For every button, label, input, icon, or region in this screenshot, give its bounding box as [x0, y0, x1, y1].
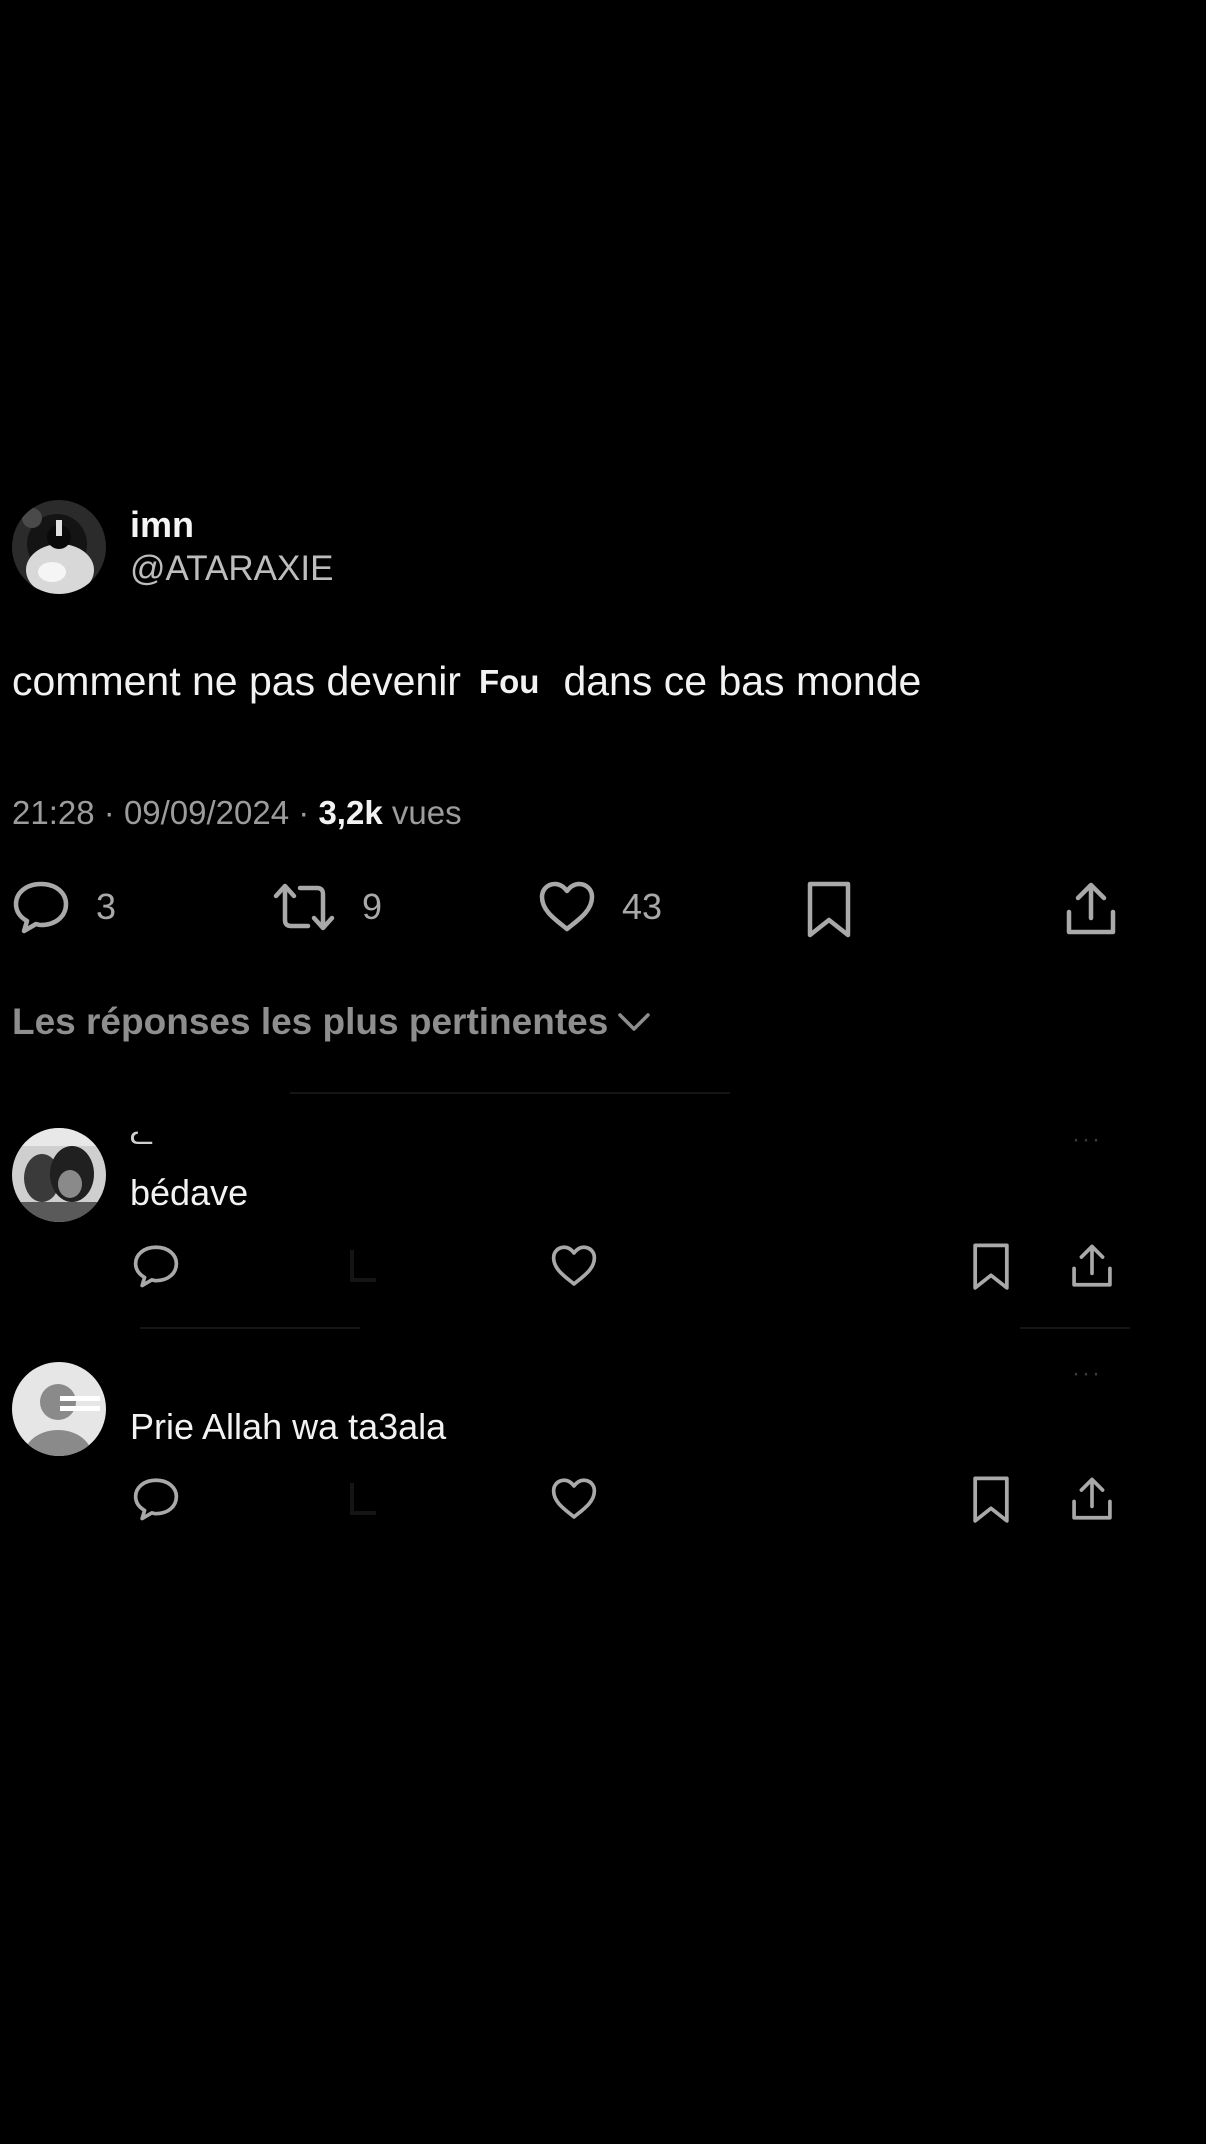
more-options-button[interactable]: ···: [1072, 1126, 1102, 1154]
replies-sort-label: Les réponses les plus pertinentes: [12, 1001, 609, 1042]
bookmark-button[interactable]: [804, 880, 854, 940]
author-avatar[interactable]: [12, 500, 106, 594]
meta-separator: ·: [298, 794, 310, 831]
repost-arrows-icon: [344, 1479, 384, 1519]
views-count[interactable]: 3,2k: [318, 794, 382, 831]
speech-bubble-icon: [12, 880, 70, 934]
share-upload-icon: [1064, 880, 1118, 938]
heart-icon: [538, 880, 596, 934]
reply-bookmark-button[interactable]: [970, 1475, 1012, 1525]
bookmark-icon: [804, 880, 854, 940]
divider: [290, 1092, 730, 1094]
reply-button[interactable]: 3: [12, 880, 116, 934]
reply-repost-button[interactable]: [344, 1479, 384, 1519]
reply-share-button[interactable]: [1070, 1475, 1114, 1523]
heart-icon: [550, 1244, 598, 1288]
reply-author-name[interactable]: ᓚ: [130, 1118, 154, 1151]
post-header: imn @ATARAXIE: [12, 500, 333, 594]
more-options-button[interactable]: ···: [1072, 1360, 1102, 1388]
heart-icon: [550, 1477, 598, 1521]
reply-text: bédave: [130, 1172, 249, 1213]
divider: [140, 1327, 360, 1329]
repost-count: 9: [362, 886, 383, 927]
reply-bookmark-button[interactable]: [970, 1242, 1012, 1292]
speech-bubble-icon: [132, 1244, 180, 1288]
reply-count: 3: [96, 886, 117, 927]
share-upload-icon: [1070, 1475, 1114, 1523]
reply-reply-button[interactable]: [132, 1477, 180, 1521]
repost-arrows-icon: [344, 1246, 384, 1286]
author-name[interactable]: imn: [130, 503, 333, 547]
share-upload-icon: [1070, 1242, 1114, 1290]
repost-arrows-icon: [272, 880, 336, 934]
repost-button[interactable]: 9: [272, 880, 382, 934]
reply-like-button[interactable]: [550, 1477, 598, 1521]
author-info: imn @ATARAXIE: [130, 503, 333, 591]
post-date: 09/09/2024: [123, 794, 290, 831]
meta-separator: ·: [103, 794, 115, 831]
reply-avatar[interactable]: [12, 1128, 106, 1222]
author-handle[interactable]: @ATARAXIE: [130, 547, 333, 591]
tweet-page: imn @ATARAXIE comment ne pas devenir Fou…: [0, 0, 1206, 2144]
post-text-start: comment ne pas devenir: [12, 658, 461, 704]
replies-sort-selector[interactable]: Les réponses les plus pertinentes: [12, 1001, 652, 1043]
post-meta: 21:28 · 09/09/2024 · 3,2k vues: [12, 794, 462, 832]
bookmark-icon: [970, 1242, 1012, 1292]
like-button[interactable]: 43: [538, 880, 662, 934]
post-text-emphasis: Fou: [478, 662, 540, 700]
reply-reply-button[interactable]: [132, 1244, 180, 1288]
post-time: 21:28: [12, 794, 95, 831]
bookmark-icon: [970, 1475, 1012, 1525]
reply-like-button[interactable]: [550, 1244, 598, 1288]
post-text-end: dans ce bas monde: [563, 658, 922, 704]
views-label: vues: [391, 794, 462, 831]
divider: [1020, 1327, 1130, 1329]
like-count: 43: [622, 886, 663, 927]
reply-text: Prie Allah wa ta3ala: [130, 1406, 447, 1447]
speech-bubble-icon: [132, 1477, 180, 1521]
reply-repost-button[interactable]: [344, 1246, 384, 1286]
reply-avatar[interactable]: [12, 1362, 106, 1456]
share-button[interactable]: [1064, 880, 1118, 938]
chevron-down-icon: [608, 1001, 652, 1043]
post-text: comment ne pas devenir Fou dans ce bas m…: [12, 658, 921, 705]
reply-share-button[interactable]: [1070, 1242, 1114, 1290]
